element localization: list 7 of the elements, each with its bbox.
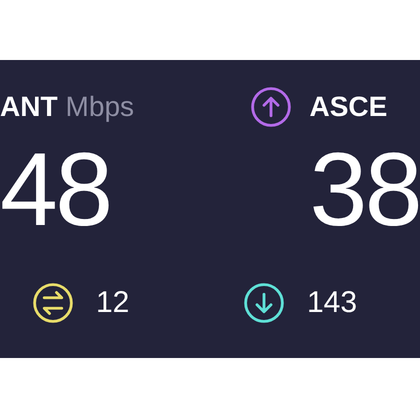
metric-label: ASCE bbox=[310, 90, 388, 124]
metric-value: 38 bbox=[308, 138, 420, 242]
detail-value: 143 bbox=[307, 285, 358, 321]
metric-value: 48 bbox=[0, 138, 112, 242]
unit-label: Mbps bbox=[66, 90, 134, 124]
detail-value: 12 bbox=[96, 285, 130, 321]
metric-label: ANT bbox=[0, 90, 58, 124]
